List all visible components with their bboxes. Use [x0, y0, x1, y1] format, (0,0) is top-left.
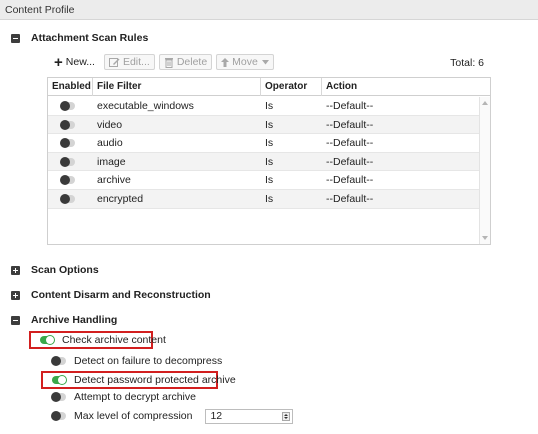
- option-label: Attempt to decrypt archive: [74, 391, 196, 403]
- operator-cell: Is: [265, 137, 274, 150]
- scroll-down-icon[interactable]: [482, 236, 488, 240]
- file-filter-cell: encrypted: [97, 192, 144, 205]
- table-row[interactable]: audio Is --Default--: [48, 134, 479, 153]
- col-file-filter[interactable]: File Filter: [93, 78, 261, 96]
- check-archive-toggle[interactable]: [40, 335, 55, 345]
- compression-level-value: 12: [210, 410, 223, 422]
- stepper-arrows-icon[interactable]: [282, 411, 291, 421]
- chevron-down-icon: [261, 59, 269, 65]
- cdr-header[interactable]: Content Disarm and Reconstruction: [11, 288, 211, 302]
- move-label: Move: [232, 56, 258, 68]
- check-archive-option[interactable]: Check archive content: [40, 333, 166, 347]
- operator-cell: Is: [265, 118, 274, 131]
- detect-failure-toggle[interactable]: [51, 356, 66, 366]
- compression-level-stepper[interactable]: 12: [205, 408, 294, 424]
- col-enabled[interactable]: Enabled: [48, 78, 93, 96]
- file-filter-cell: video: [97, 118, 123, 131]
- collapse-icon[interactable]: [11, 315, 20, 325]
- total-count: Total: 6: [450, 57, 484, 69]
- collapse-icon[interactable]: [11, 33, 20, 43]
- table-row[interactable]: executable_windows Is --Default--: [48, 97, 479, 116]
- option-label: Detect password protected archive: [74, 374, 236, 386]
- detect-failure-option[interactable]: Detect on failure to decompress: [51, 354, 223, 368]
- enabled-toggle[interactable]: [60, 156, 75, 167]
- page-title: Content Profile: [5, 4, 75, 16]
- max-level-toggle[interactable]: [51, 411, 66, 421]
- option-label: Detect on failure to decompress: [74, 355, 223, 367]
- action-cell: --Default--: [326, 155, 374, 168]
- table-scrollbar[interactable]: [479, 97, 490, 244]
- detect-password-toggle[interactable]: [52, 375, 67, 385]
- operator-cell: Is: [265, 100, 274, 112]
- table-row[interactable]: encrypted Is --Default--: [48, 189, 479, 209]
- decrypt-option[interactable]: Attempt to decrypt archive: [51, 390, 196, 404]
- enabled-toggle[interactable]: [60, 138, 75, 149]
- action-cell: --Default--: [326, 100, 374, 112]
- action-cell: --Default--: [326, 174, 374, 187]
- enabled-toggle[interactable]: [60, 101, 75, 111]
- edit-label: Edit...: [122, 56, 150, 68]
- plus-icon: +: [54, 53, 63, 71]
- enabled-toggle[interactable]: [60, 193, 75, 204]
- file-filter-cell: image: [97, 155, 126, 168]
- table-body: executable_windows Is --Default-- video …: [48, 97, 479, 209]
- decrypt-toggle[interactable]: [51, 392, 66, 402]
- rules-toolbar: + New... Edit... Delete Move: [51, 53, 274, 71]
- table-row[interactable]: archive Is --Default--: [48, 171, 479, 190]
- edit-button[interactable]: Edit...: [103, 54, 155, 70]
- expand-icon[interactable]: [11, 290, 20, 300]
- move-button[interactable]: Move: [216, 54, 274, 70]
- archive-handling-header[interactable]: Archive Handling: [11, 313, 117, 327]
- action-cell: --Default--: [326, 192, 374, 205]
- expand-icon[interactable]: [11, 265, 20, 275]
- action-cell: --Default--: [326, 118, 374, 131]
- action-cell: --Default--: [326, 137, 374, 150]
- new-button[interactable]: + New...: [51, 53, 100, 71]
- new-label: New...: [65, 56, 95, 68]
- scroll-up-icon[interactable]: [482, 101, 488, 105]
- table-header: Enabled File Filter Operator Action: [48, 78, 490, 96]
- delete-button[interactable]: Delete: [158, 54, 213, 70]
- enabled-toggle[interactable]: [60, 175, 75, 186]
- col-operator[interactable]: Operator: [261, 78, 322, 96]
- detect-password-option[interactable]: Detect password protected archive: [52, 373, 236, 387]
- operator-cell: Is: [265, 155, 274, 168]
- title-bar: Content Profile: [0, 0, 538, 20]
- operator-cell: Is: [265, 174, 274, 187]
- table-row[interactable]: video Is --Default--: [48, 115, 479, 135]
- file-filter-cell: archive: [97, 174, 131, 187]
- arrow-up-icon: [221, 57, 230, 67]
- rules-table: Enabled File Filter Operator Action exec…: [47, 77, 491, 245]
- section-label: Content Disarm and Reconstruction: [31, 289, 211, 301]
- section-label: Archive Handling: [31, 314, 118, 326]
- section-label: Scan Options: [31, 264, 99, 276]
- trash-icon: [164, 57, 174, 68]
- enabled-toggle[interactable]: [60, 119, 75, 130]
- file-filter-cell: executable_windows: [97, 100, 194, 112]
- edit-icon: [108, 57, 120, 68]
- option-label: Check archive content: [62, 334, 166, 346]
- delete-label: Delete: [176, 56, 208, 68]
- scan-options-header[interactable]: Scan Options: [11, 263, 99, 277]
- table-row[interactable]: image Is --Default--: [48, 152, 479, 172]
- col-action[interactable]: Action: [322, 78, 490, 96]
- operator-cell: Is: [265, 192, 274, 205]
- max-level-option[interactable]: Max level of compression 12: [51, 408, 294, 424]
- section-label: Attachment Scan Rules: [31, 32, 149, 44]
- file-filter-cell: audio: [97, 137, 123, 150]
- attachment-scan-rules-header[interactable]: Attachment Scan Rules: [11, 31, 148, 45]
- option-label: Max level of compression: [74, 410, 193, 422]
